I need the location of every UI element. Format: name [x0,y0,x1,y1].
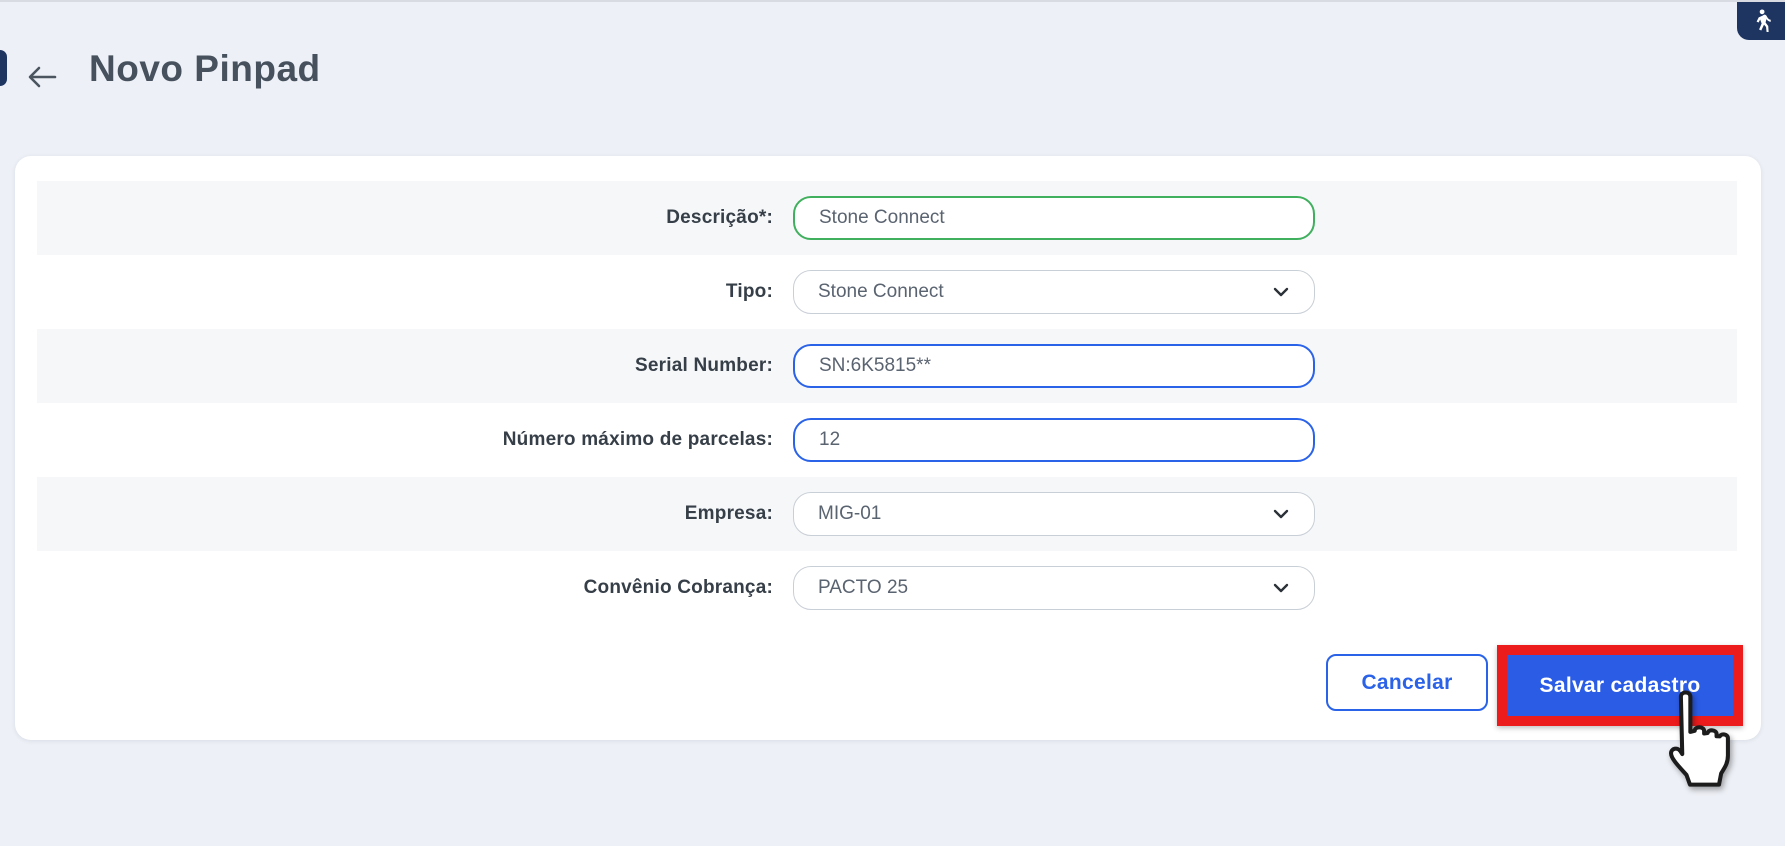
form-row-serial-number: Serial Number: [37,329,1737,403]
form-rows: Descrição*: Tipo: Stone Connect Serial N… [37,181,1737,625]
form-row-descricao: Descrição*: [37,181,1737,255]
parcelas-label: Número máximo de parcelas: [37,429,773,451]
tipo-selected-value: Stone Connect [818,281,944,303]
empresa-selected-value: MIG-01 [818,503,881,525]
tipo-select[interactable]: Stone Connect [793,270,1315,314]
page-title: Novo Pinpad [89,48,321,90]
arrow-left-icon [27,65,57,89]
sidebar-edge-tab[interactable] [0,50,7,86]
empresa-label: Empresa: [37,503,773,525]
serial-number-label: Serial Number: [37,355,773,377]
save-button[interactable]: Salvar cadastro [1507,655,1733,716]
form-row-tipo: Tipo: Stone Connect [37,255,1737,329]
convenio-label: Convênio Cobrança: [37,577,773,599]
convenio-select[interactable]: PACTO 25 [793,566,1315,610]
empresa-select[interactable]: MIG-01 [793,492,1315,536]
convenio-selected-value: PACTO 25 [818,577,908,599]
descricao-label: Descrição*: [37,207,773,229]
accessibility-button[interactable] [1737,2,1785,40]
back-button[interactable] [27,62,57,92]
cancel-button[interactable]: Cancelar [1326,654,1488,711]
parcelas-input[interactable] [793,418,1315,462]
form-row-empresa: Empresa: MIG-01 [37,477,1737,551]
tutorial-highlight-box: Salvar cadastro [1497,645,1743,726]
serial-number-input[interactable] [793,344,1315,388]
form-card: Descrição*: Tipo: Stone Connect Serial N… [15,156,1761,740]
tipo-label: Tipo: [37,281,773,303]
form-row-convenio: Convênio Cobrança: PACTO 25 [37,551,1737,625]
descricao-input[interactable] [793,196,1315,240]
walking-person-icon [1750,8,1772,34]
form-row-parcelas: Número máximo de parcelas: [37,403,1737,477]
